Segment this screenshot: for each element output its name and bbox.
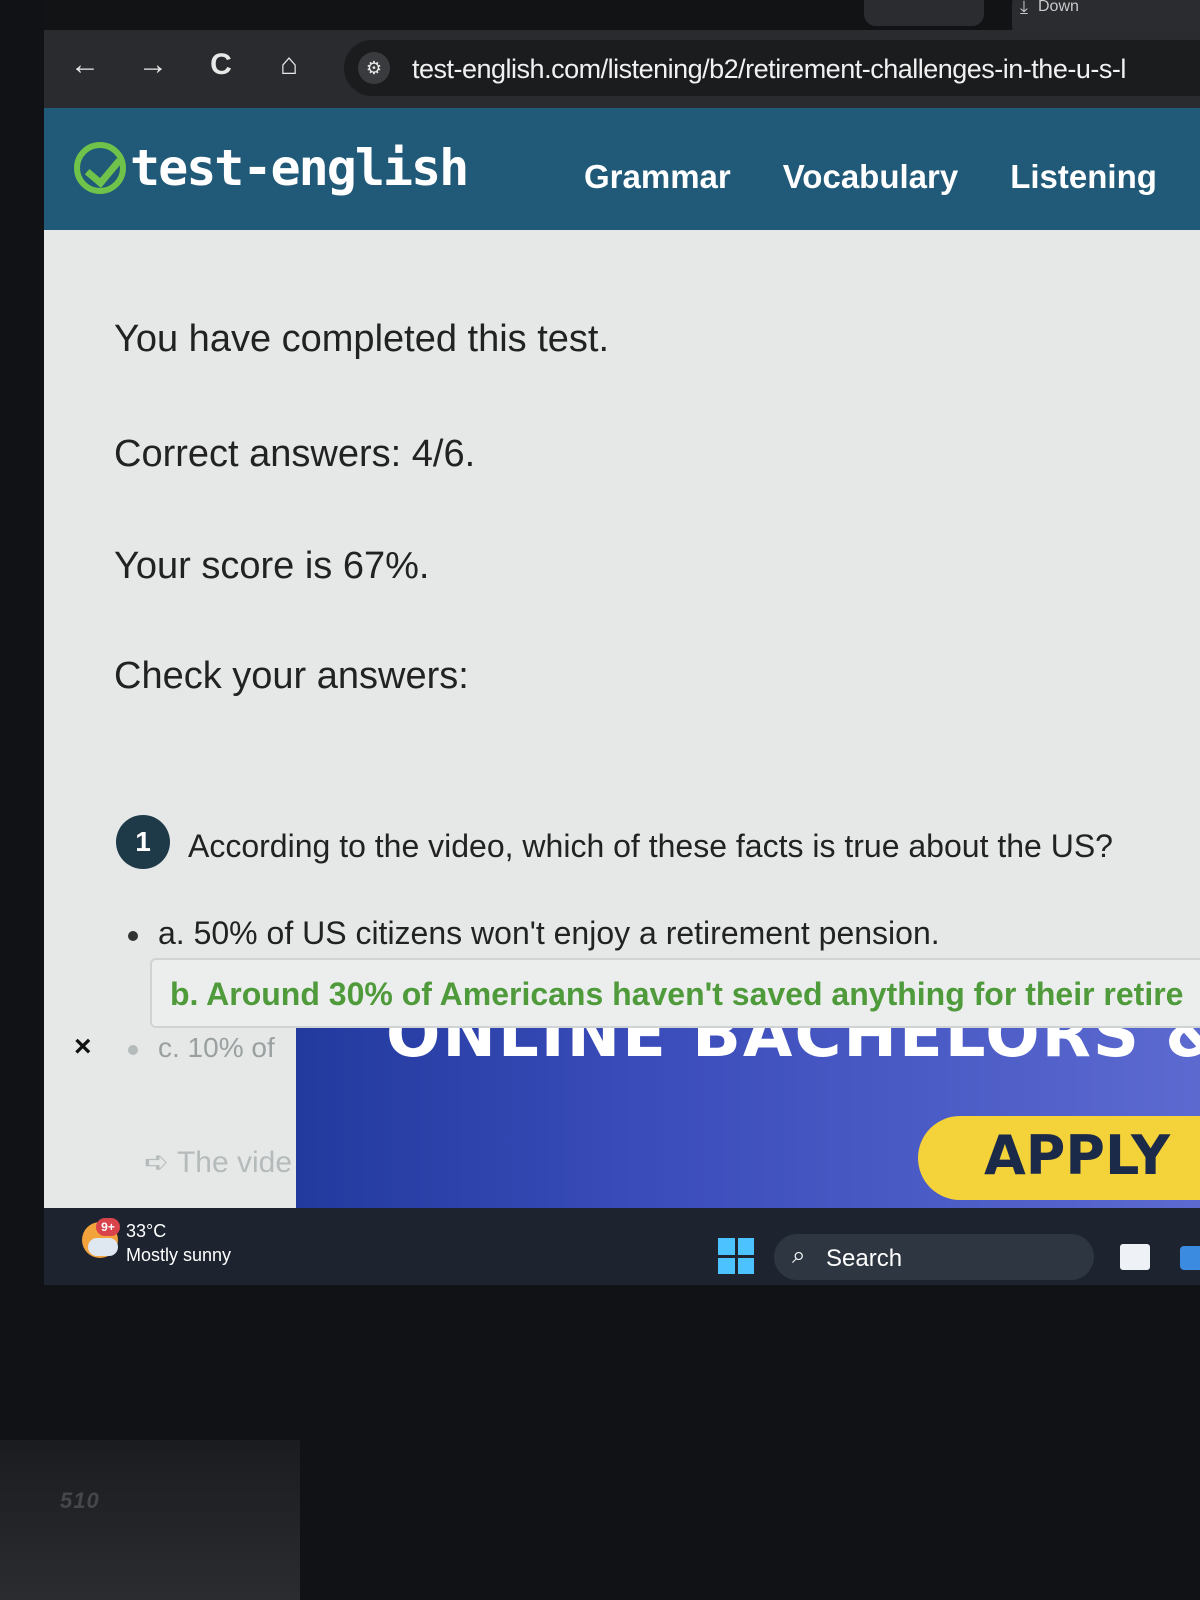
- windows-icon: [718, 1238, 735, 1255]
- download-icon: ⤓: [1020, 0, 1028, 17]
- explanation-note: ➪ The vide: [144, 1145, 292, 1180]
- weather-badge: 9+: [96, 1218, 120, 1236]
- taskbar-app-icon[interactable]: [1180, 1246, 1200, 1270]
- download-chip-label: Down: [1038, 0, 1079, 15]
- tab-strip: ⤓ Down: [44, 0, 1200, 38]
- back-button[interactable]: ←: [68, 48, 102, 82]
- check-answers-heading: Check your answers:: [114, 655, 469, 697]
- ad-apply-label: APPLY: [984, 1124, 1171, 1187]
- browser-toolbar: ← → C ⌂ ⚙ test-english.com/listening/b2/…: [44, 30, 1200, 108]
- monitor-frame: ⤓ Down ← → C ⌂ ⚙ test-english.com/listen…: [0, 0, 1200, 1600]
- score-text: Your score is 67%.: [114, 545, 430, 587]
- ad-banner[interactable]: ONLINE BACHELORS & APPLY: [296, 1028, 1200, 1223]
- option-c-text: c. 10% of: [158, 1032, 275, 1063]
- option-b-text: b. Around 30% of Americans haven't saved…: [170, 976, 1184, 1012]
- site-settings-icon[interactable]: ⚙: [358, 52, 390, 84]
- address-bar[interactable]: ⚙ test-english.com/listening/b2/retireme…: [344, 40, 1200, 96]
- completed-message: You have completed this test.: [114, 318, 610, 360]
- search-label: Search: [826, 1245, 903, 1272]
- ad-headline: ONLINE BACHELORS &: [386, 1028, 1200, 1072]
- url-text: test-english.com/listening/b2/retirement…: [412, 54, 1126, 84]
- question-text: According to the video, which of these f…: [188, 828, 1113, 864]
- option-a: a. 50% of US citizens won't enjoy a reti…: [128, 915, 940, 952]
- site-header: test-english Grammar Vocabulary Listenin…: [44, 108, 1200, 230]
- nav-listening[interactable]: Listening: [1010, 158, 1157, 196]
- option-a-text: a. 50% of US citizens won't enjoy a reti…: [158, 915, 940, 951]
- search-icon: ⌕: [792, 1242, 806, 1269]
- option-c: c. 10% of: [128, 1032, 275, 1064]
- bezel-label: 510: [60, 1488, 100, 1513]
- taskbar-app-icon[interactable]: [1120, 1244, 1150, 1270]
- arrow-icon: ➪: [144, 1146, 177, 1179]
- logo-text: test-english: [130, 139, 469, 197]
- forward-button[interactable]: →: [136, 48, 170, 82]
- bullet-icon: [128, 930, 138, 941]
- screen: ⤓ Down ← → C ⌂ ⚙ test-english.com/listen…: [44, 0, 1200, 1285]
- option-b-correct: b. Around 30% of Americans haven't saved…: [150, 958, 1200, 1028]
- nav-vocabulary[interactable]: Vocabulary: [783, 158, 958, 196]
- tab[interactable]: [864, 0, 984, 26]
- reload-button[interactable]: C: [204, 48, 238, 82]
- check-circle-icon: [74, 142, 126, 194]
- laptop-deck: [0, 1440, 300, 1600]
- taskbar: 9+ 33°C Mostly sunny ⌕ Search: [44, 1208, 1200, 1285]
- site-logo[interactable]: test-english: [74, 138, 469, 198]
- explanation-text: The vide: [176, 1146, 293, 1179]
- wrong-answer-icon: ×: [74, 1030, 92, 1063]
- home-button[interactable]: ⌂: [272, 48, 306, 82]
- taskbar-search[interactable]: ⌕ Search: [774, 1234, 1094, 1280]
- nav-grammar[interactable]: Grammar: [584, 158, 731, 196]
- question-number-badge: 1: [116, 815, 170, 869]
- correct-answers: Correct answers: 4/6.: [114, 433, 476, 475]
- weather-temperature[interactable]: 33°C: [126, 1221, 166, 1242]
- ad-apply-button[interactable]: APPLY: [918, 1116, 1200, 1200]
- weather-condition[interactable]: Mostly sunny: [126, 1245, 231, 1266]
- bullet-icon: [128, 1044, 138, 1055]
- start-button[interactable]: [718, 1238, 754, 1274]
- main-nav: Grammar Vocabulary Listening: [584, 158, 1157, 196]
